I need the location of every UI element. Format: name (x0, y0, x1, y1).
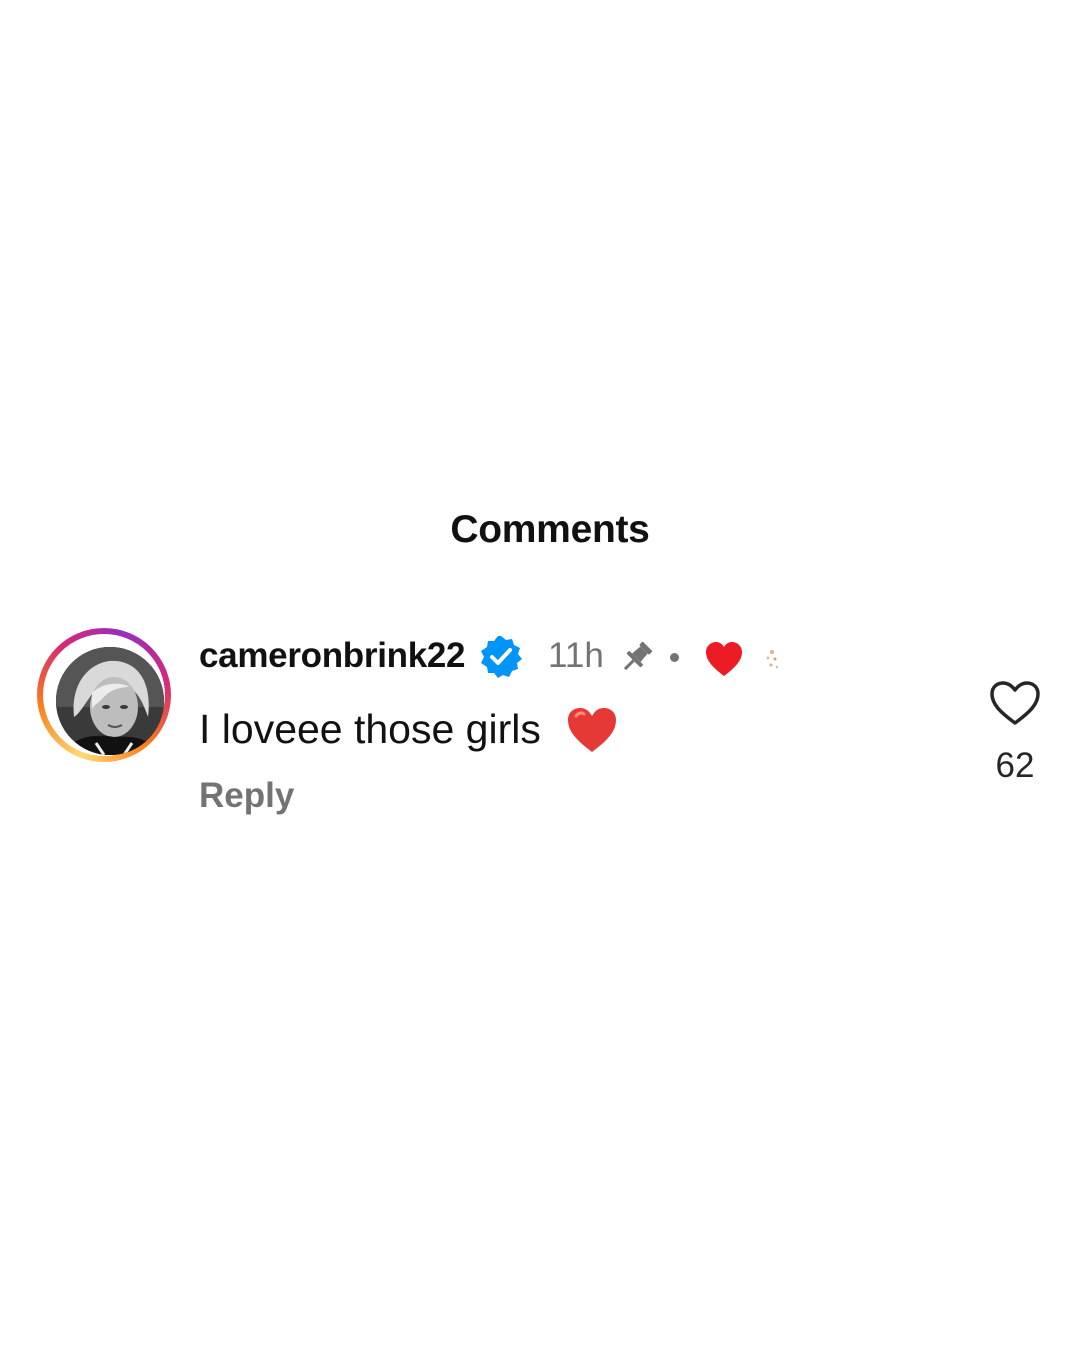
pin-icon (623, 641, 653, 671)
heart-filled-icon (706, 642, 742, 676)
reply-button[interactable]: Reply (199, 776, 294, 816)
avatar[interactable] (56, 647, 164, 755)
heart-outline-icon[interactable] (988, 680, 1042, 726)
author-avatar-mini (766, 650, 779, 669)
avatar-photo (56, 647, 164, 755)
comment-username[interactable]: cameronbrink22 (199, 636, 466, 676)
avatar-story-ring[interactable] (37, 628, 171, 762)
comment-text: I loveee those girls (199, 706, 541, 752)
comment-timestamp: 11h (548, 636, 604, 675)
separator-dot (670, 653, 679, 662)
comment-item: cameronbrink22 11h I loveee those girls … (0, 0, 1080, 900)
verified-badge-icon (481, 636, 522, 678)
red-heart-emoji-icon (568, 708, 616, 752)
like-count: 62 (995, 746, 1035, 785)
